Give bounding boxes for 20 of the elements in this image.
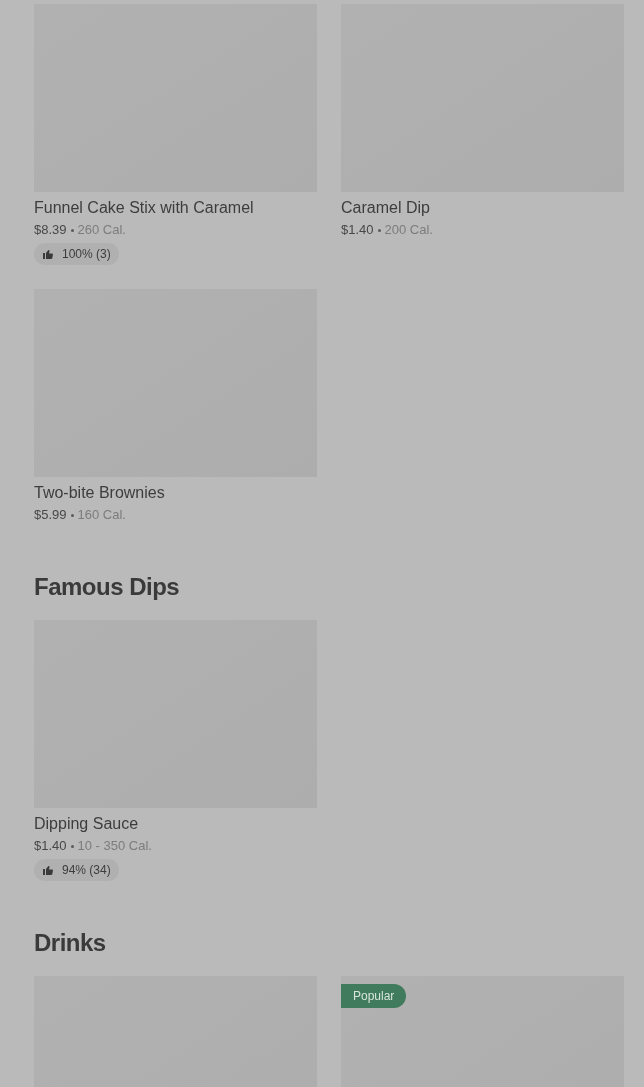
popular-tag: Popular <box>341 984 407 1008</box>
item-calories: 160 Cal. <box>77 506 126 524</box>
item-price: $1.40 <box>34 837 67 855</box>
item-calories: 200 Cal. <box>384 221 433 239</box>
item-price: $1.40 <box>341 221 374 239</box>
item-price: $8.39 <box>34 221 67 239</box>
item-price: $5.99 <box>34 506 67 524</box>
rating-text: 94% (34) <box>62 862 111 878</box>
rating-text: 100% (3) <box>62 246 111 262</box>
section-heading: Drinks <box>34 928 107 958</box>
item-name[interactable]: Caramel Dip <box>341 197 624 219</box>
item-name[interactable]: Funnel Cake Stix with Caramel <box>34 197 317 219</box>
item-calories: 260 Cal. <box>77 221 126 239</box>
item-name[interactable]: Two-bite Brownies <box>34 482 317 504</box>
section-heading: Famous Dips <box>34 572 181 602</box>
image-placeholder[interactable]: Popular <box>341 976 624 1087</box>
thumbs-up-icon <box>42 864 54 876</box>
item-calories: 10 - 350 Cal. <box>77 837 152 855</box>
item-name[interactable]: Dipping Sauce <box>34 813 317 835</box>
thumbs-up-icon <box>42 248 54 260</box>
